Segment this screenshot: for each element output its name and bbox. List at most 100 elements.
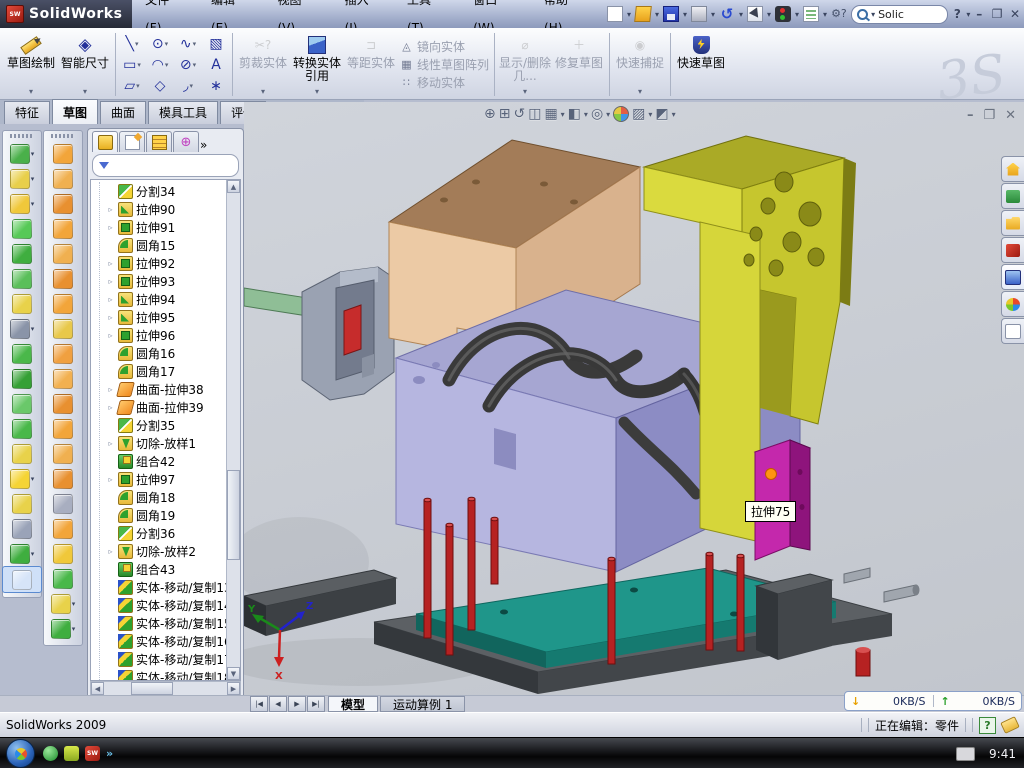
rebuild-traffic-light-caret[interactable]: ▾ [795,10,799,19]
delete-body-button[interactable]: ▾ [3,466,41,491]
quick-launch-icon[interactable] [64,746,79,761]
doc-restore-button[interactable]: ❐ [983,108,995,123]
task-pane-tab-solidworks-resources[interactable] [1001,156,1024,182]
trim-surface-button[interactable] [44,416,82,441]
keyboard-layout-icon[interactable] [956,747,975,761]
swept-surface-button[interactable] [44,191,82,216]
ruled-surface-button[interactable] [44,516,82,541]
split-button[interactable] [3,391,41,416]
fillet-surface-button[interactable] [44,541,82,566]
expander-icon[interactable]: ▹ [106,259,115,268]
expander-icon[interactable]: ▹ [106,403,115,412]
view-settings-icon[interactable]: ◩ [655,106,668,122]
curve-button[interactable]: ▾ [3,541,41,566]
reference-geometry-button[interactable]: ▾ [44,591,82,616]
sketch-text-button[interactable]: A [203,54,229,75]
lofted-boss-button[interactable] [3,241,41,266]
offset-surface-button[interactable] [44,266,82,291]
ellipse-caret[interactable]: ▾ [193,61,197,69]
freeform-button[interactable] [44,566,82,591]
tree-item-26[interactable]: 实体-移动/复制17 [106,650,227,668]
display-style-icon[interactable]: ◧ [568,106,581,122]
sketch-polygon-button[interactable]: ◇ [147,75,173,96]
quick-snaps-button[interactable]: ◉ 快速捕捉 ▾ [613,31,667,98]
toolbar-grip[interactable] [10,134,34,138]
tree-item-20[interactable]: ▹切除-放样2 [106,542,227,560]
print-caret[interactable]: ▾ [711,10,715,19]
delete-body-caret[interactable]: ▾ [31,475,35,483]
tab-first-button[interactable]: |◀ [250,696,268,712]
previous-view-icon[interactable]: ↺ [513,106,525,122]
hide-show-items-icon[interactable]: ◎ [591,106,603,122]
tab-model[interactable]: 模型 [328,696,378,712]
tree-item-13[interactable]: 分割35 [106,416,227,434]
options-list-caret[interactable]: ▾ [823,10,827,19]
scroll-left-button[interactable]: ◀ [91,682,104,695]
rapid-sketch-button[interactable]: 快速草图 [674,31,728,98]
manager-tab-propertymanager[interactable] [119,131,145,152]
extruded-surface-button[interactable] [44,141,82,166]
boundary-boss-button[interactable] [3,266,41,291]
swept-boss-button[interactable] [3,216,41,241]
curves-button[interactable]: ▾ [44,616,82,641]
model-red-cylinder[interactable] [856,647,870,676]
quick-launch-expand-icon[interactable]: » [106,747,113,760]
curves-caret[interactable]: ▾ [72,625,76,633]
extend-surface-button[interactable] [44,366,82,391]
expander-icon[interactable]: ▹ [106,277,115,286]
search-input[interactable]: ▾ Solic [851,5,948,24]
extruded-cut-button[interactable]: ▾ [3,166,41,191]
combine-bodies-button[interactable] [3,341,41,366]
sketch-fillet-caret[interactable]: ▾ [189,82,193,90]
axis-button[interactable] [3,516,41,541]
edit-appearance-icon[interactable] [613,106,629,122]
line-caret[interactable]: ▾ [135,40,139,48]
undo-icon[interactable]: ↺ [719,6,735,22]
revolved-surface-button[interactable] [44,166,82,191]
mirror-entities-button[interactable]: ◬ 镜向实体 [398,38,491,56]
ribbon-tab-3[interactable]: 模具工具 [148,101,218,124]
tree-item-25[interactable]: 实体-移动/复制16 [106,632,227,650]
expander-icon[interactable]: ▹ [106,385,115,394]
search-value[interactable]: Solic [878,8,904,21]
manager-tab-dimxpertmanager[interactable]: ⊕ [173,131,199,152]
tree-item-23[interactable]: 实体-移动/复制14 [106,596,227,614]
view-settings-caret[interactable]: ▾ [672,110,676,119]
reference-geometry-caret[interactable]: ▾ [72,600,76,608]
taskbar-clock[interactable]: 9:41 [989,747,1016,761]
sketch-ellipse-button[interactable]: ⊘▾ [175,54,201,75]
model-side-block[interactable] [755,440,810,560]
ribbon-tab-1[interactable]: 草图 [52,99,98,124]
ribbon-tab-2[interactable]: 曲面 [100,101,146,124]
sketch-button[interactable]: 草图绘制 ▾ [4,31,58,98]
arc-caret[interactable]: ▾ [165,61,169,69]
tab-last-button[interactable]: ▶| [307,696,325,712]
mid-surface-button[interactable] [44,491,82,516]
undo-caret[interactable]: ▾ [739,10,743,19]
tree-item-24[interactable]: 实体-移动/复制15 [106,614,227,632]
rebuild-traffic-light-icon[interactable] [775,6,791,22]
sketch-arc-button[interactable]: ◠▾ [147,54,173,75]
intersect-button[interactable] [3,366,41,391]
select-arrow-icon[interactable] [747,6,763,22]
tree-item-5[interactable]: ▹拉伸93 [106,272,227,290]
tree-item-17[interactable]: 圆角18 [106,488,227,506]
scroll-up-button[interactable]: ▲ [227,180,240,193]
sketch-point-button[interactable]: ∗ [203,75,229,96]
scroll-right-button[interactable]: ▶ [227,682,240,695]
offset-entities-button[interactable]: ⊐ 等距实体 [344,31,398,98]
tree-item-8[interactable]: ▹拉伸96 [106,326,227,344]
circle-caret[interactable]: ▾ [165,40,169,48]
spline-caret[interactable]: ▾ [193,40,197,48]
tree-item-0[interactable]: 分割34 [106,182,227,200]
view-orientation-icon[interactable]: ▦ [544,106,557,122]
linear-pattern-caret[interactable]: ▾ [31,325,35,333]
tree-item-14[interactable]: ▹切除-放样1 [106,434,227,452]
model-red-insert[interactable] [344,305,361,355]
apply-scene-icon[interactable]: ▨ [632,106,645,122]
new-document-caret[interactable]: ▾ [627,10,631,19]
tree-item-10[interactable]: 圆角17 [106,362,227,380]
zoom-area-icon[interactable]: ⊞ [499,106,511,122]
display-style-caret[interactable]: ▾ [584,110,588,119]
task-pane-tab-file-explorer[interactable] [1001,210,1024,236]
